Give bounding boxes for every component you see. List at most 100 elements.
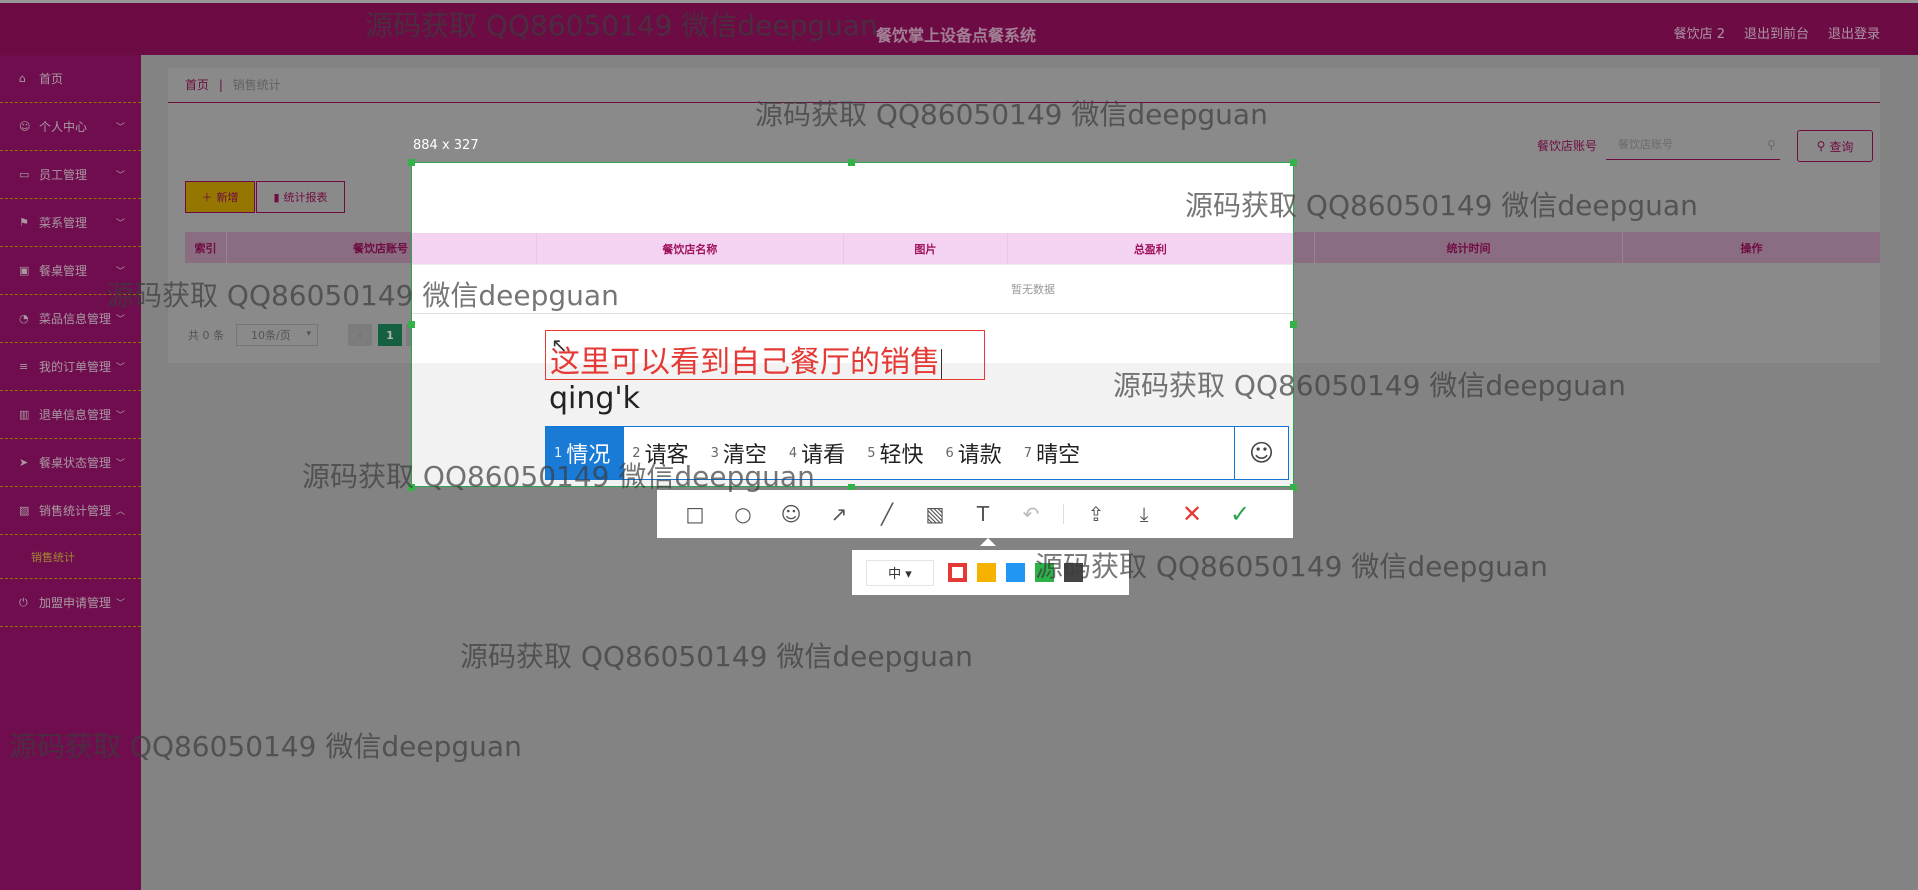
column-header: 总盈利 <box>1133 242 1167 256</box>
chat-icon: ▭ <box>19 168 30 181</box>
text-tool-icon[interactable]: T <box>959 490 1007 538</box>
chevron-up-icon: ︿ <box>115 507 125 517</box>
divider <box>412 264 1293 265</box>
chevron-down-icon: ﹀ <box>115 267 125 277</box>
rectangle-tool-icon[interactable]: □ <box>671 490 719 538</box>
resize-handle-sw[interactable] <box>408 484 415 491</box>
sidebar-item-label: 餐桌管理 <box>39 264 88 278</box>
resize-handle-n[interactable] <box>848 159 855 166</box>
toolbar-pointer <box>980 538 996 546</box>
sidebar-item-table-status[interactable]: ➤ 餐桌状态管理 ﹀ <box>0 439 141 487</box>
ime-candidate[interactable]: 7 晴空 <box>1016 427 1094 479</box>
sidebar-item-personal[interactable]: ☺ 个人中心 ﹀ <box>0 103 141 151</box>
pager-total: 共 0 条 <box>188 329 224 342</box>
chevron-down-icon: ﹀ <box>115 219 125 229</box>
chevron-down-icon: ﹀ <box>115 363 125 373</box>
resize-handle-e[interactable] <box>1290 321 1297 328</box>
query-button[interactable]: ⚲ 查询 <box>1797 130 1873 162</box>
sidebar-item-sales[interactable]: ▨ 销售统计管理 ︿ <box>0 487 141 535</box>
column-header: 索引 <box>185 232 227 263</box>
cancel-icon[interactable]: ✕ <box>1168 490 1216 538</box>
column-header <box>412 233 537 264</box>
sidebar-item-staff[interactable]: ▭ 员工管理 ﹀ <box>0 151 141 199</box>
ime-candidate[interactable]: 3 清空 <box>703 427 781 479</box>
bar-chart-icon: ▮ <box>273 190 280 204</box>
prev-page-button[interactable]: ‹ <box>348 324 372 346</box>
sidebar-item-home[interactable]: ⌂ 首页 <box>0 55 141 103</box>
ime-composition-text: qing'k <box>549 381 641 416</box>
top-bar: 餐饮掌上设备点餐系统 餐饮店 2 退出到前台 退出登录 <box>0 0 1918 55</box>
ime-candidate[interactable]: 1 情况 <box>546 427 625 479</box>
user-icon: ☺ <box>19 120 31 133</box>
menu-icon: ≡ <box>19 360 29 373</box>
nav-back-to-front[interactable]: 退出到前台 <box>1744 23 1809 42</box>
report-button[interactable]: ▮ 统计报表 <box>256 181 345 213</box>
breadcrumb-home[interactable]: 首页 <box>185 78 209 92</box>
send-icon: ➤ <box>19 456 29 469</box>
font-size-select[interactable]: 中 ▾ <box>866 559 934 586</box>
power-icon: ⏻ <box>19 595 28 609</box>
search-input[interactable] <box>1606 130 1780 160</box>
nav-logout[interactable]: 退出登录 <box>1828 23 1880 42</box>
sidebar-item-label: 员工管理 <box>39 168 88 182</box>
add-button[interactable]: ＋新增 <box>185 181 255 213</box>
color-swatch-blue[interactable] <box>1006 563 1025 582</box>
sidebar-item-orders[interactable]: ≡ 我的订单管理 ﹀ <box>0 343 141 391</box>
download-icon[interactable]: ⤓ <box>1120 490 1168 538</box>
page-number-current[interactable]: 1 <box>378 324 402 346</box>
column-header: 餐饮店名称 <box>537 233 845 264</box>
ime-candidate[interactable]: 5 轻快 <box>859 427 937 479</box>
emoji-tool-icon[interactable]: ☺ <box>767 490 815 538</box>
ime-candidate[interactable]: 2 请客 <box>624 427 702 479</box>
ime-candidate-bar: 1 情况 2 请客 3 清空 4 请看 5 轻快 6 请款 7 晴空 ☺ <box>545 426 1289 480</box>
annotation-text: 这里可以看到自己餐厅的销售 <box>550 345 940 380</box>
undo-icon[interactable]: ↶ <box>1007 490 1055 538</box>
sidebar-subitem-sales-stats[interactable]: 销售统计 <box>0 535 141 579</box>
mouse-cursor-icon: ↖ <box>551 333 568 357</box>
breadcrumb: 首页 | 销售统计 <box>185 76 281 93</box>
nav-store-name[interactable]: 餐饮店 2 <box>1674 23 1725 42</box>
plus-icon: ＋ <box>201 191 213 204</box>
sidebar-item-refunds[interactable]: ▥ 退单信息管理 ﹀ <box>0 391 141 439</box>
picture-icon: ▨ <box>19 504 30 517</box>
color-swatch-dark[interactable] <box>1064 563 1083 582</box>
color-swatch-green[interactable] <box>1035 563 1054 582</box>
sidebar-item-label: 我的订单管理 <box>39 360 112 374</box>
arrow-tool-icon[interactable]: ↗ <box>815 490 863 538</box>
selection-table-header: 餐饮店名称 图片 总盈利 <box>412 233 1293 264</box>
sidebar-item-tables[interactable]: ▣ 餐桌管理 ﹀ <box>0 247 141 295</box>
sidebar-item-dishes[interactable]: ◔ 菜品信息管理 ﹀ <box>0 295 141 343</box>
resize-handle-ne[interactable] <box>1290 159 1297 166</box>
sidebar-item-franchise[interactable]: ⏻ 加盟申请管理 ﹀ <box>0 579 141 627</box>
emoji-icon[interactable]: ☺ <box>1234 427 1288 479</box>
text-annotation-box[interactable]: 这里可以看到自己餐厅的销售 <box>545 330 985 380</box>
ime-candidate[interactable]: 4 请看 <box>781 427 859 479</box>
color-swatch-yellow[interactable] <box>977 563 996 582</box>
breadcrumb-current: 销售统计 <box>232 78 281 92</box>
home-icon: ⌂ <box>19 72 26 85</box>
sidebar-item-label: 加盟申请管理 <box>39 596 112 610</box>
chevron-down-icon: ▾ <box>306 329 311 339</box>
page-size-select[interactable]: 10条/页 ▾ <box>236 324 318 346</box>
search-icon: ⚲ <box>1767 138 1776 152</box>
sidebar-item-label: 首页 <box>39 72 64 86</box>
resize-handle-w[interactable] <box>408 321 415 328</box>
chart-icon: ▥ <box>19 408 30 421</box>
share-icon[interactable]: ⇪ <box>1072 490 1120 538</box>
pen-tool-icon[interactable]: ╱ <box>863 490 911 538</box>
sidebar-item-label: 餐桌状态管理 <box>39 456 112 470</box>
color-swatch-red[interactable] <box>948 563 967 582</box>
chevron-down-icon: ﹀ <box>115 171 125 181</box>
unlock-icon: ◔ <box>19 312 29 325</box>
chevron-down-icon: ﹀ <box>115 315 125 325</box>
chevron-down-icon: ﹀ <box>115 123 125 133</box>
mosaic-tool-icon[interactable]: ▧ <box>911 490 959 538</box>
ime-candidate[interactable]: 6 请款 <box>937 427 1015 479</box>
lock-icon: ▣ <box>19 264 30 277</box>
resize-handle-nw[interactable] <box>408 159 415 166</box>
breadcrumb-sep: | <box>218 78 223 92</box>
confirm-icon[interactable]: ✓ <box>1216 490 1264 538</box>
empty-table-note: 暂无数据 <box>1011 283 1055 296</box>
ellipse-tool-icon[interactable]: ○ <box>719 490 767 538</box>
sidebar-item-cuisine[interactable]: ⚑ 菜系管理 ﹀ <box>0 199 141 247</box>
